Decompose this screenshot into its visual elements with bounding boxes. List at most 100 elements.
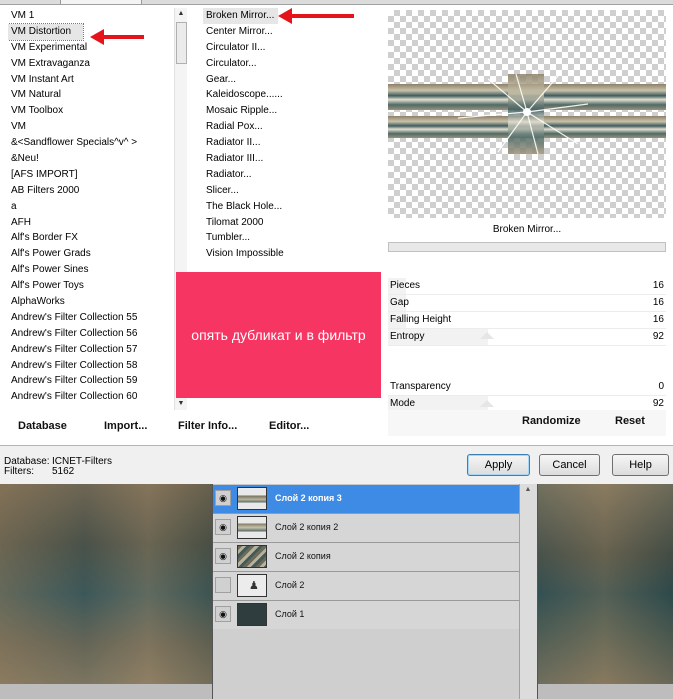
filter-preview	[388, 10, 666, 218]
apply-button[interactable]: Apply	[467, 454, 530, 476]
layer-name: Слой 1	[275, 609, 305, 619]
reset-button[interactable]: Reset	[615, 415, 645, 427]
filter-item[interactable]: Tumbler...	[203, 230, 381, 246]
param-value: 16	[652, 314, 664, 325]
layer-thumbnail	[237, 603, 267, 626]
preview-filter-name: Broken Mirror...	[492, 224, 562, 235]
filter-item[interactable]: Vision Impossible	[203, 246, 381, 262]
param-notch-marker	[480, 400, 494, 407]
category-item[interactable]: Alf's Border FX	[8, 230, 186, 246]
scroll-up-icon[interactable]: ▲	[520, 486, 536, 493]
category-item[interactable]: Andrew's Filter Collection 60	[8, 389, 186, 405]
layer-row[interactable]: ◉ Слой 2 копия	[213, 543, 519, 572]
randomize-button[interactable]: Randomize	[522, 415, 581, 427]
filter-item[interactable]: The Black Hole...	[203, 199, 381, 215]
preview-image	[388, 74, 666, 154]
scroll-down-icon[interactable]: ▼	[175, 398, 187, 410]
filter-list[interactable]: Broken Mirror... Center Mirror... Circulat…	[203, 5, 381, 273]
category-item[interactable]: Alf's Power Toys	[8, 278, 186, 294]
filter-info-button[interactable]: Filter Info...	[178, 420, 237, 432]
param-name: Gap	[390, 297, 409, 308]
scroll-up-icon[interactable]: ▲	[175, 8, 187, 20]
database-button[interactable]: Database	[18, 420, 67, 432]
preview-progress-bar	[388, 242, 666, 252]
param-name: Pieces	[390, 280, 421, 291]
visibility-off-icon[interactable]	[215, 577, 231, 593]
filter-item[interactable]: Tilomat 2000	[203, 215, 381, 231]
category-item[interactable]: &Neu!	[8, 151, 186, 167]
filter-item[interactable]: Gear...	[203, 72, 381, 88]
top-tab[interactable]	[60, 0, 142, 4]
category-item[interactable]: AFH	[8, 215, 186, 231]
eye-icon[interactable]: ◉	[215, 606, 231, 622]
import-button[interactable]: Import...	[104, 420, 147, 432]
param-name: Mode	[390, 398, 416, 409]
editor-button[interactable]: Editor...	[269, 420, 309, 432]
layer-thumbnail: ♟	[237, 574, 267, 597]
category-item[interactable]: Andrew's Filter Collection 58	[8, 358, 186, 374]
category-item[interactable]: [AFS IMPORT]	[8, 167, 186, 183]
layers-empty-area	[213, 629, 519, 699]
category-item[interactable]: Alf's Power Sines	[8, 262, 186, 278]
canvas-left-texture	[0, 484, 212, 684]
filters-count-label: Filters:	[4, 466, 34, 477]
category-item[interactable]: Alf's Power Grads	[8, 246, 186, 262]
filter-item[interactable]: Slicer...	[203, 183, 381, 199]
param-value: 16	[652, 297, 664, 308]
filter-item[interactable]: Radial Pox...	[203, 119, 381, 135]
filters-count-value: 5162	[52, 466, 75, 477]
filter-item[interactable]: Circulator...	[203, 56, 381, 72]
category-item[interactable]: VM Toolbox	[8, 103, 186, 119]
eye-icon[interactable]: ◉	[215, 490, 231, 506]
category-item[interactable]: Andrew's Filter Collection 56	[8, 326, 186, 342]
param-notch-marker	[480, 332, 494, 339]
param-slider-pieces[interactable]: Pieces 16	[388, 278, 666, 295]
layer-thumbnail	[237, 487, 267, 510]
category-item[interactable]: AB Filters 2000	[8, 183, 186, 199]
help-button[interactable]: Help	[612, 454, 669, 476]
category-item[interactable]: AlphaWorks	[8, 294, 186, 310]
filter-item[interactable]: Center Mirror...	[203, 24, 381, 40]
filter-item[interactable]: Mosaic Ripple...	[203, 103, 381, 119]
category-item[interactable]: VM	[8, 119, 186, 135]
layer-row[interactable]: ◉ Слой 1	[213, 601, 519, 630]
category-item[interactable]: Andrew's Filter Collection 59	[8, 373, 186, 389]
layer-name: Слой 2 копия	[275, 551, 331, 561]
param-slider-falling-height[interactable]: Falling Height 16	[388, 312, 666, 329]
param-value: 92	[652, 398, 664, 409]
layer-thumbnail	[237, 545, 267, 568]
category-item[interactable]: VM Distortion	[8, 22, 84, 41]
param-name: Transparency	[390, 381, 451, 392]
cancel-button[interactable]: Cancel	[539, 454, 600, 476]
category-item[interactable]: VM Instant Art	[8, 72, 186, 88]
category-item[interactable]: Andrew's Filter Collection 57	[8, 342, 186, 358]
category-item[interactable]: Andrew's Filter Collection 55	[8, 310, 186, 326]
filter-item[interactable]: Circulator II...	[203, 40, 381, 56]
param-slider-transparency[interactable]: Transparency 0	[388, 379, 666, 396]
filter-item[interactable]: Radiator II...	[203, 135, 381, 151]
layer-name: Слой 2 копия 3	[275, 493, 342, 503]
layer-row[interactable]: ◉ Слой 2 копия 3	[213, 485, 519, 514]
layer-row[interactable]: ◉ Слой 2 копия 2	[213, 514, 519, 543]
annotation-callout: опять дубликат и в фильтр	[176, 272, 381, 398]
param-value: 16	[652, 280, 664, 291]
category-item[interactable]: &<Sandflower Specials^v^ >	[8, 135, 186, 151]
filter-item[interactable]: Kaleidoscope......	[203, 87, 381, 103]
param-slider-gap[interactable]: Gap 16	[388, 295, 666, 312]
category-item[interactable]: VM Natural	[8, 87, 186, 103]
red-arrow-icon	[278, 8, 354, 24]
category-list[interactable]: VM 1 VM Distortion VM Experimental VM Extra…	[8, 5, 186, 413]
eye-icon[interactable]: ◉	[215, 548, 231, 564]
filter-item[interactable]: Radiator III...	[203, 151, 381, 167]
filter-item[interactable]: Radiator...	[203, 167, 381, 183]
filter-item[interactable]: Broken Mirror...	[203, 8, 278, 24]
layer-row[interactable]: ♟ Слой 2	[213, 572, 519, 601]
scroll-thumb[interactable]	[176, 22, 187, 64]
category-item[interactable]: VM Extravaganza	[8, 56, 186, 72]
param-slider-entropy[interactable]: Entropy 92	[388, 329, 666, 346]
layers-scrollbar[interactable]: ▲	[519, 484, 537, 699]
category-item[interactable]: a	[8, 199, 186, 215]
category-item[interactable]: VM 1	[8, 8, 186, 24]
eye-icon[interactable]: ◉	[215, 519, 231, 535]
layers-panel: ◉ Слой 2 копия 3 ◉ Слой 2 копия 2 ◉ Слой 2 ко…	[212, 484, 538, 699]
